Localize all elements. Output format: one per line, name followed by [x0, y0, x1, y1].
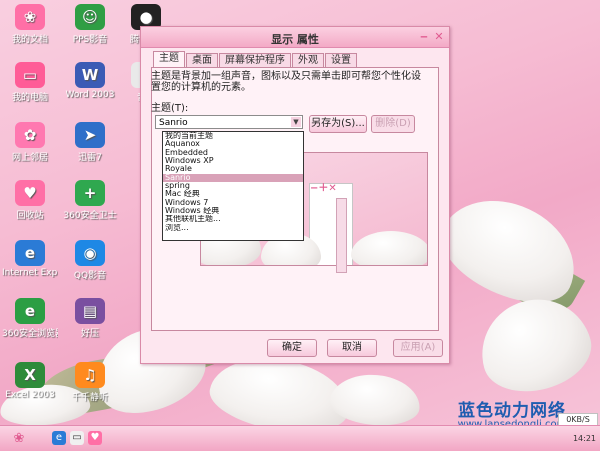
ie-icon: e — [15, 240, 45, 266]
save-as-button[interactable]: 另存为(S)... — [309, 115, 367, 133]
ie-quicklaunch-icon[interactable]: e — [52, 431, 66, 445]
window-title: 显示 属性 — [271, 33, 319, 46]
clock[interactable]: 14:21 — [573, 434, 596, 443]
desktop-icon[interactable]: ➤ 迅雷7 — [62, 122, 118, 163]
chevron-down-icon[interactable]: ▼ — [291, 117, 301, 127]
cancel-button[interactable]: 取消 — [327, 339, 377, 357]
ok-button[interactable]: 确定 — [267, 339, 317, 357]
theme-select-value: Sanrio — [159, 118, 188, 128]
title-bar[interactable]: 显示 属性 ‒ ✕ — [141, 27, 449, 48]
minimize-icon[interactable]: ‒ — [417, 30, 431, 43]
desktop-icon-label: 回收站 — [16, 211, 44, 221]
media-quicklaunch-icon[interactable]: ♥ — [88, 431, 102, 445]
theme-option[interactable]: Windows 经典 — [163, 207, 303, 215]
desktop-icon-label: QQ影音 — [73, 271, 107, 281]
qq-video-icon: ◉ — [75, 240, 105, 266]
taskbar: ❀ e ▭ ♥ 14:21 — [0, 425, 600, 451]
tab-strip: 主题 桌面 屏幕保护程序 外观 设置 — [153, 51, 358, 67]
desktop-icon-label: 网上邻居 — [11, 153, 48, 163]
desktop-icon[interactable]: e Internet Explorer — [2, 240, 58, 278]
computer-icon: ▭ — [15, 62, 45, 88]
desktop-icon[interactable]: ♫ 千千静听 — [62, 362, 118, 403]
desktop-icon-label: 我的文档 — [11, 35, 48, 45]
theme-option[interactable]: Royale — [163, 165, 303, 173]
theme-option[interactable]: 我的当前主题 — [163, 132, 303, 140]
desktop-icon[interactable]: ✿ 网上邻居 — [2, 122, 58, 163]
excel-icon: X — [15, 362, 45, 388]
theme-option[interactable]: Embedded — [163, 149, 303, 157]
show-desktop-icon[interactable]: ▭ — [70, 431, 84, 445]
theme-description: 主题是背景加一组声音，图标以及只需单击即可帮您个性化设置您的计算机的元素。 — [151, 71, 421, 93]
theme-option[interactable]: spring — [163, 182, 303, 190]
tab-settings[interactable]: 设置 — [325, 53, 357, 67]
preview-window-controls: −＋✕ — [310, 183, 337, 194]
theme-option[interactable]: Windows 7 — [163, 199, 303, 207]
desktop-icon-label: 千千静听 — [71, 393, 108, 403]
desktop-icon[interactable]: ▭ 我的电脑 — [2, 62, 58, 103]
theme-dropdown-list[interactable]: 我的当前主题 Aquanox Embedded Windows XP Royale San… — [162, 131, 304, 241]
word-icon: W — [75, 62, 105, 88]
delete-button[interactable]: 删除(D) — [371, 115, 415, 133]
theme-select[interactable]: Sanrio ▼ — [155, 115, 303, 129]
desktop-icon-label: 好压 — [80, 329, 99, 339]
network-icon: ✿ — [15, 122, 45, 148]
theme-label: 主题(T): — [151, 103, 189, 114]
tab-desktop[interactable]: 桌面 — [186, 53, 218, 67]
start-button[interactable]: ❀ — [4, 430, 34, 447]
music-player-icon: ♫ — [75, 362, 105, 388]
desktop-icon-label: Word 2003 — [65, 90, 115, 100]
theme-option[interactable]: Aquanox — [163, 140, 303, 148]
desktop-icon-label: Internet Explorer — [2, 268, 58, 278]
pps-player-icon: ☺ — [75, 4, 105, 30]
desktop-icon-label: 我的电脑 — [11, 93, 48, 103]
desktop-icon[interactable]: X Excel 2003 — [2, 362, 58, 400]
tab-screensaver[interactable]: 屏幕保护程序 — [219, 53, 291, 67]
theme-option[interactable]: Mac 经典 — [163, 190, 303, 198]
apply-button[interactable]: 应用(A) — [393, 339, 443, 357]
documents-icon: ❀ — [15, 4, 45, 30]
desktop-icon[interactable]: ♥ 回收站 — [2, 180, 58, 221]
desktop-icon[interactable]: e 360安全浏览器 — [2, 298, 58, 339]
archive-icon: ▤ — [75, 298, 105, 324]
recycle-bin-icon: ♥ — [15, 180, 45, 206]
theme-option[interactable]: 其他联机主题... — [163, 215, 303, 223]
preview-scrollbar — [336, 198, 347, 273]
theme-option[interactable]: 浏览... — [163, 224, 303, 232]
thunder-icon: ➤ — [75, 122, 105, 148]
shield-icon: + — [75, 180, 105, 206]
desktop-icon[interactable]: ☺ PPS影音 — [62, 4, 118, 45]
desktop-icon[interactable]: ▤ 好压 — [62, 298, 118, 339]
close-icon[interactable]: ✕ — [432, 30, 446, 43]
theme-option[interactable]: Windows XP — [163, 157, 303, 165]
desktop-icon-label: Excel 2003 — [5, 390, 55, 400]
browser-icon: e — [15, 298, 45, 324]
theme-option[interactable]: Sanrio — [163, 173, 303, 183]
tab-appearance[interactable]: 外观 — [292, 53, 324, 67]
desktop-icon[interactable]: ❀ 我的文档 — [2, 4, 58, 45]
tab-theme[interactable]: 主题 — [153, 51, 185, 67]
desktop-icon[interactable]: W Word 2003 — [62, 62, 118, 100]
desktop-icon-label: 360安全浏览器 — [2, 329, 58, 339]
system-tray: 14:21 — [573, 430, 596, 447]
desktop-icon[interactable]: ◉ QQ影音 — [62, 240, 118, 281]
desktop-icon-label: PPS影音 — [72, 35, 108, 45]
desktop-icon-label: 360安全卫士 — [63, 211, 117, 221]
desktop-icon-label: 迅雷7 — [78, 153, 102, 163]
desktop-icon[interactable]: +360安全卫士 — [62, 180, 118, 221]
